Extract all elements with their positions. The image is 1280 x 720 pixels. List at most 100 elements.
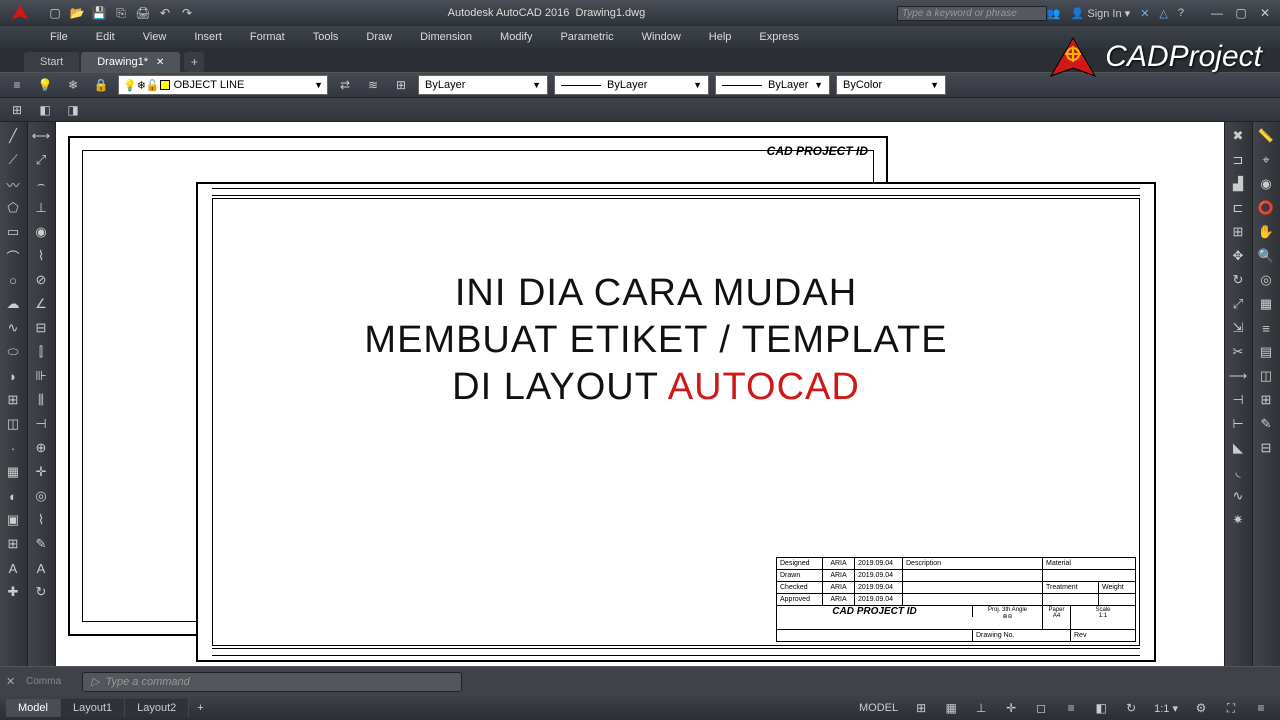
spline-icon[interactable]: ∿ [0,316,26,340]
layout-tab-1[interactable]: Layout1 [61,699,125,717]
join-icon[interactable]: ⊢ [1225,412,1251,436]
sheet-icon[interactable]: ▤ [1253,340,1279,364]
array-icon[interactable]: ⊞ [1225,220,1251,244]
save-icon[interactable]: 💾 [90,4,108,22]
mirror-icon[interactable]: ▟ [1225,172,1251,196]
menu-insert[interactable]: Insert [194,31,222,43]
point-icon[interactable]: · [0,436,26,460]
rectangle-icon[interactable]: ▭ [0,220,26,244]
scale-icon[interactable]: ⤢ [1225,292,1251,316]
copy-icon[interactable]: ⊐ [1225,148,1251,172]
undo-icon[interactable]: ↶ [156,4,174,22]
xline-icon[interactable]: ⟋ [0,148,26,172]
menu-tools[interactable]: Tools [313,31,339,43]
doc-tab-drawing1[interactable]: Drawing1*✕ [81,52,180,72]
dim-linear-icon[interactable]: ⟷ [28,124,54,148]
erase-icon[interactable]: ✖ [1225,124,1251,148]
dim-update-icon[interactable]: ↻ [28,580,54,604]
layer-freeze-icon[interactable]: ❄ [62,75,84,95]
dim-edit-icon[interactable]: ✎ [28,532,54,556]
close-tab-icon[interactable]: ✕ [156,57,164,68]
qc-icon[interactable]: ⊟ [1253,436,1279,460]
extend-icon[interactable]: ⟶ [1225,364,1251,388]
tool-icon[interactable]: ◧ [34,100,56,120]
drawing-canvas[interactable]: CAD PROJECT ID Designed ARIA 2019.09.04 … [56,122,1224,666]
ellipsearc-icon[interactable]: ◗ [0,364,26,388]
chamfer-icon[interactable]: ◣ [1225,436,1251,460]
close-button[interactable]: ✕ [1254,5,1276,21]
tool2-icon[interactable]: ◨ [62,100,84,120]
arc-icon[interactable]: ⌒ [0,244,26,268]
revcloud-icon[interactable]: ☁ [0,292,26,316]
menu-draw[interactable]: Draw [366,31,392,43]
layout-tab-add[interactable]: + [189,699,211,717]
sb-snap-icon[interactable]: ▦ [940,699,962,717]
sb-osnap-icon[interactable]: ◻ [1030,699,1052,717]
dc-icon[interactable]: ⊞ [1253,388,1279,412]
help-search-input[interactable]: Type a keyword or phrase [897,6,1047,21]
sb-custom-icon[interactable]: ≡ [1250,699,1272,717]
layer-bulb-icon[interactable]: 💡 [34,75,56,95]
fillet-icon[interactable]: ◟ [1225,460,1251,484]
help-icon[interactable]: ? [1178,7,1184,19]
dim-break-icon[interactable]: ⊣ [28,412,54,436]
workspace-icon[interactable]: ⊞ [6,100,28,120]
inspect-icon[interactable]: ◎ [28,484,54,508]
plotstyle-selector[interactable]: ByColor▼ [836,75,946,95]
dim-base-icon[interactable]: ⫿ [28,340,54,364]
command-input[interactable]: ▷ Type a command [82,672,462,692]
addsel-icon[interactable]: ✚ [0,580,26,604]
pan-icon[interactable]: ✋ [1253,220,1279,244]
redo-icon[interactable]: ↷ [178,4,196,22]
sb-lw-icon[interactable]: ≡ [1060,699,1082,717]
sb-grid-icon[interactable]: ⊞ [910,699,932,717]
insert-icon[interactable]: ⊞ [0,388,26,412]
offset-icon[interactable]: ⊏ [1225,196,1251,220]
center-icon[interactable]: ✛ [28,460,54,484]
prop-icon[interactable]: ≡ [1253,316,1279,340]
infocenter-icon[interactable]: 👥 [1047,7,1061,20]
3dorbit-icon[interactable]: ⭕ [1253,196,1279,220]
dim-rad-icon[interactable]: ◉ [28,220,54,244]
mtext-icon[interactable]: A [0,556,26,580]
layout-tab-2[interactable]: Layout2 [125,699,189,717]
menu-view[interactable]: View [143,31,167,43]
dim-ord-icon[interactable]: ⊥ [28,196,54,220]
hatch-icon[interactable]: ▦ [0,460,26,484]
layer-iso-icon[interactable]: ⊞ [390,75,412,95]
saveas-icon[interactable]: ⎘ [112,4,130,22]
gradient-icon[interactable]: ◐ [0,484,26,508]
dim-jogline-icon[interactable]: ⌇ [28,508,54,532]
new-tab-button[interactable]: + [184,52,204,72]
layer-manager-icon[interactable]: ≡ [6,75,28,95]
trim-icon[interactable]: ✂ [1225,340,1251,364]
minimize-button[interactable]: — [1206,5,1228,21]
menu-modify[interactable]: Modify [500,31,532,43]
menu-express[interactable]: Express [759,31,799,43]
explode-icon[interactable]: ✷ [1225,508,1251,532]
linetype-selector[interactable]: ByLayer▼ [554,75,709,95]
cmdline-close-icon[interactable]: ✕ [6,675,20,688]
plot-icon[interactable]: 🖨 [134,4,152,22]
menu-edit[interactable]: Edit [96,31,115,43]
dim-dia-icon[interactable]: ⊘ [28,268,54,292]
tp-icon[interactable]: ◫ [1253,364,1279,388]
dim-cont-icon[interactable]: ⊪ [28,364,54,388]
table-icon[interactable]: ⊞ [0,532,26,556]
move-icon[interactable]: ✥ [1225,244,1251,268]
dim-aligned-icon[interactable]: ⤢ [28,148,54,172]
layer-lock-icon[interactable]: 🔒 [90,75,112,95]
menu-file[interactable]: File [50,31,68,43]
pline-icon[interactable]: 〰 [0,172,26,196]
zoom-icon[interactable]: 🔍 [1253,244,1279,268]
dim-space-icon[interactable]: ⫼ [28,388,54,412]
new-icon[interactable]: ▢ [46,4,64,22]
menu-help[interactable]: Help [709,31,732,43]
layer-state-icon[interactable]: ≋ [362,75,384,95]
nav-icon[interactable]: ◉ [1253,172,1279,196]
ucs-icon[interactable]: ⌖ [1253,148,1279,172]
sb-scale-button[interactable]: 1:1 ▾ [1150,702,1182,715]
tolerance-icon[interactable]: ⊕ [28,436,54,460]
exchange-icon[interactable]: ✕ [1140,7,1149,20]
break-icon[interactable]: ⊣ [1225,388,1251,412]
